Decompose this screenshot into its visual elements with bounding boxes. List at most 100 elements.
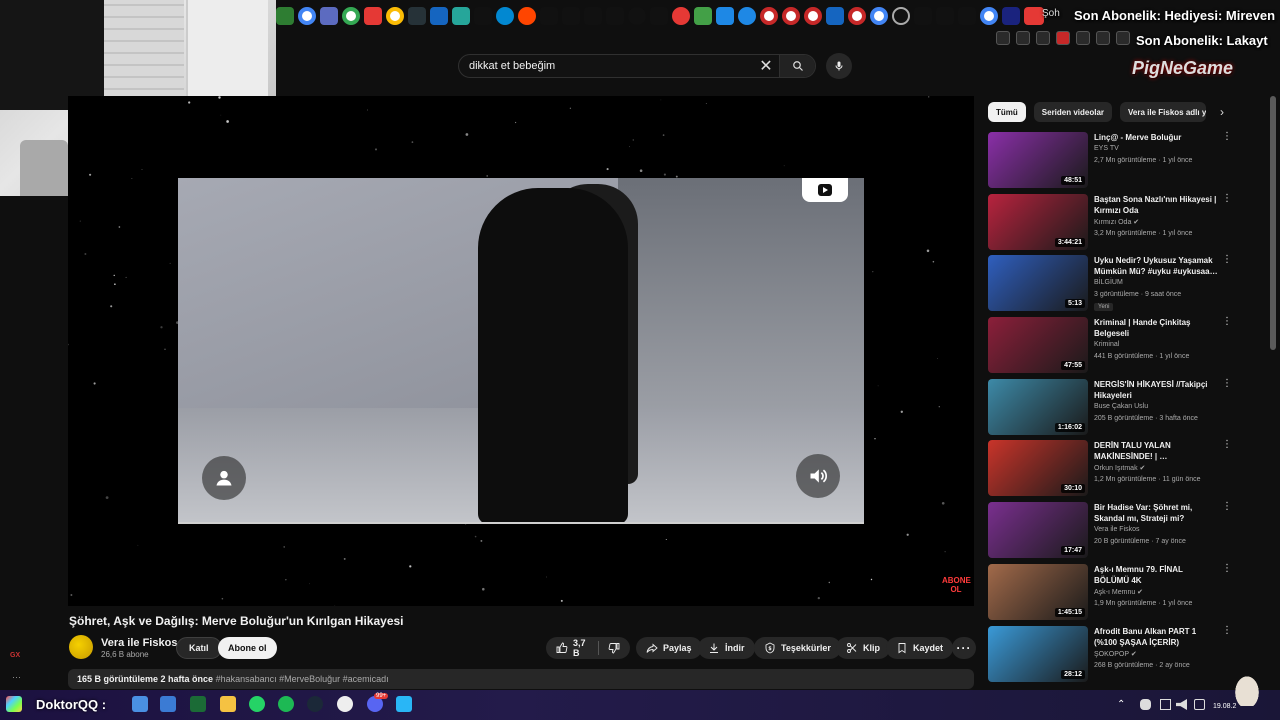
- list-item[interactable]: 1:45:15 Aşk-ı Memnu 79. FİNAL BÖLÜMÜ 4K Aş…: [988, 562, 1238, 624]
- join-button[interactable]: Katıl: [176, 637, 222, 659]
- reddit-icon[interactable]: [518, 7, 536, 25]
- steam-icon[interactable]: [307, 696, 323, 712]
- more-vertical-icon[interactable]: ⋮: [1222, 502, 1232, 512]
- google-icon[interactable]: [980, 7, 998, 25]
- video-thumbnail[interactable]: 3:44:21: [988, 193, 1088, 250]
- channel-name[interactable]: Aşk-ı Memnu ✔: [1094, 588, 1143, 596]
- google-icon[interactable]: [870, 7, 888, 25]
- more-vertical-icon[interactable]: ⋮: [1222, 255, 1232, 265]
- more-vertical-icon[interactable]: ⋮: [1222, 440, 1232, 450]
- bookmark-icon[interactable]: [474, 7, 492, 25]
- save-button[interactable]: Kaydet: [886, 637, 954, 659]
- google-icon[interactable]: [298, 7, 316, 25]
- scrollbar[interactable]: [1270, 96, 1276, 350]
- bookmark-icon[interactable]: [848, 7, 866, 25]
- search-input[interactable]: [459, 60, 753, 72]
- list-item[interactable]: 17:47 Bir Hadise Var: Şöhret mi, Skandal …: [988, 500, 1238, 562]
- google-icon[interactable]: [342, 7, 360, 25]
- zoom-icon[interactable]: [996, 31, 1010, 45]
- list-item[interactable]: 3:44:21 Baştan Sona Nazlı'nın Hikayesi | …: [988, 192, 1238, 254]
- video-title[interactable]: Linç@ - Merve Boluğur: [1094, 132, 1218, 143]
- video-title[interactable]: Bir Hadise Var: Şöhret mi, Skandal mı, S…: [1094, 502, 1218, 524]
- bookmark-icon[interactable]: [716, 7, 734, 25]
- microphone-icon[interactable]: [1140, 699, 1151, 710]
- whatsapp-icon[interactable]: [249, 696, 265, 712]
- chip-all[interactable]: Tümü: [988, 102, 1026, 122]
- bookmark-icon[interactable]: [804, 7, 822, 25]
- video-title[interactable]: Baştan Sona Nazlı'nın Hikayesi | Kırmızı…: [1094, 194, 1218, 216]
- video-title[interactable]: Afrodit Banu Alkan PART 1 (%100 ŞAŞAA İÇ…: [1094, 626, 1218, 648]
- channel-name[interactable]: Buse Çakan Uslu: [1094, 403, 1148, 410]
- more-vertical-icon[interactable]: ⋮: [1222, 625, 1232, 636]
- bookmark-icon[interactable]: [452, 7, 470, 25]
- bookmark-icon[interactable]: [276, 7, 294, 25]
- kick-icon[interactable]: [914, 7, 932, 25]
- video-thumbnail[interactable]: 5:13: [988, 255, 1088, 312]
- download-button[interactable]: İndir: [698, 637, 755, 659]
- bookmark-icon[interactable]: [826, 7, 844, 25]
- bookmark-icon[interactable]: [430, 7, 448, 25]
- bookmark-icon[interactable]: [496, 7, 514, 25]
- video-title[interactable]: Aşk-ı Memnu 79. FİNAL BÖLÜMÜ 4K: [1094, 564, 1218, 586]
- list-item[interactable]: 1:16:02 NERGİS'İN HİKAYESİ //Takipçi Hika…: [988, 377, 1238, 439]
- list-item[interactable]: 28:12 Afrodit Banu Alkan PART 1 (%100 ŞAŞ…: [988, 624, 1238, 686]
- clip-button[interactable]: Klip: [836, 637, 890, 659]
- battery-icon[interactable]: [1194, 699, 1205, 710]
- video-title[interactable]: DERİN TALU YALAN MAKİNESİNDE! | …: [1094, 440, 1218, 462]
- dislike-icon[interactable]: [608, 642, 620, 654]
- bookmark-icon[interactable]: [650, 7, 668, 25]
- more-icon[interactable]: ···: [12, 672, 21, 682]
- video-thumbnail[interactable]: 1:45:15: [988, 563, 1088, 620]
- channel-name[interactable]: Kriminal: [1094, 341, 1119, 348]
- video-title[interactable]: NERGİS'İN HİKAYESİ //Takipçi Hikayeleri: [1094, 379, 1218, 401]
- search-button[interactable]: [779, 55, 815, 77]
- more-vertical-icon[interactable]: ⋮: [1222, 317, 1232, 327]
- bookmark-icon[interactable]: [958, 7, 976, 25]
- list-item[interactable]: 47:55 Kriminal | Hande Çinkitaş Belgeseli…: [988, 315, 1238, 377]
- list-item[interactable]: 30:10 DERİN TALU YALAN MAKİNESİNDE! | … Or…: [988, 438, 1238, 500]
- more-actions-button[interactable]: ···: [952, 637, 976, 659]
- channel-name[interactable]: Kırmızı Oda ✔: [1094, 218, 1139, 226]
- chip-series[interactable]: Seriden videolar: [1033, 102, 1113, 122]
- channel-name[interactable]: ŞOKOPOP ✔: [1094, 650, 1137, 658]
- chevron-right-icon[interactable]: ›: [1214, 102, 1230, 122]
- more-vertical-icon[interactable]: ⋮: [1222, 378, 1232, 389]
- like-count[interactable]: 3,7 B: [573, 638, 589, 658]
- close-icon[interactable]: ✕: [753, 55, 779, 77]
- like-icon[interactable]: [556, 642, 568, 654]
- app-icon[interactable]: [160, 696, 176, 712]
- bookmark-icon[interactable]: [672, 7, 690, 25]
- list-item[interactable]: 48:51 Linç@ - Merve Boluğur EYS TV 2,7 Mn g…: [988, 130, 1238, 192]
- video-thumbnail[interactable]: 48:51: [988, 132, 1088, 188]
- bookmark-icon[interactable]: [540, 7, 558, 25]
- channel-name[interactable]: Vera ile Fiskos: [101, 637, 177, 649]
- bookmark-icon[interactable]: [738, 7, 756, 25]
- play-store-icon[interactable]: [190, 696, 206, 712]
- channel-name[interactable]: EYS TV: [1094, 145, 1119, 152]
- video-thumbnail[interactable]: 28:12: [988, 625, 1088, 682]
- app-icon[interactable]: [396, 696, 412, 712]
- bookmark-icon[interactable]: [892, 7, 910, 25]
- description-box[interactable]: 165 B görüntüleme 2 hafta önce #hakansab…: [68, 669, 974, 689]
- hashtags[interactable]: #hakansabancı #MerveBoluğur #acemicadı: [216, 674, 389, 684]
- heart-icon[interactable]: [1116, 31, 1130, 45]
- bookmark-icon[interactable]: [320, 7, 338, 25]
- obs-icon[interactable]: [337, 696, 353, 712]
- video-thumbnail[interactable]: 47:55: [988, 317, 1088, 374]
- video-title[interactable]: Uyku Nedir? Uykusuz Yaşamak Mümkün Mü? #…: [1094, 255, 1218, 277]
- channel-name[interactable]: Orkun Işıtmak ✔: [1094, 464, 1145, 472]
- volume-button[interactable]: [796, 454, 840, 498]
- bookmark-icon[interactable]: [1002, 7, 1020, 25]
- extension-icon[interactable]: [1076, 31, 1090, 45]
- extension-icon[interactable]: [1056, 31, 1070, 45]
- play-button[interactable]: [802, 178, 848, 202]
- video-frame[interactable]: [178, 178, 864, 524]
- x-icon[interactable]: [936, 7, 954, 25]
- screenshot-icon[interactable]: [1036, 31, 1050, 45]
- bookmark-icon[interactable]: [408, 7, 426, 25]
- thanks-button[interactable]: $ Teşekkürler: [754, 637, 841, 659]
- gmail-icon[interactable]: [364, 7, 382, 25]
- folder-icon[interactable]: [220, 696, 236, 712]
- task-view-icon[interactable]: [132, 696, 148, 712]
- subscribe-watermark[interactable]: ABONE OL: [942, 576, 971, 600]
